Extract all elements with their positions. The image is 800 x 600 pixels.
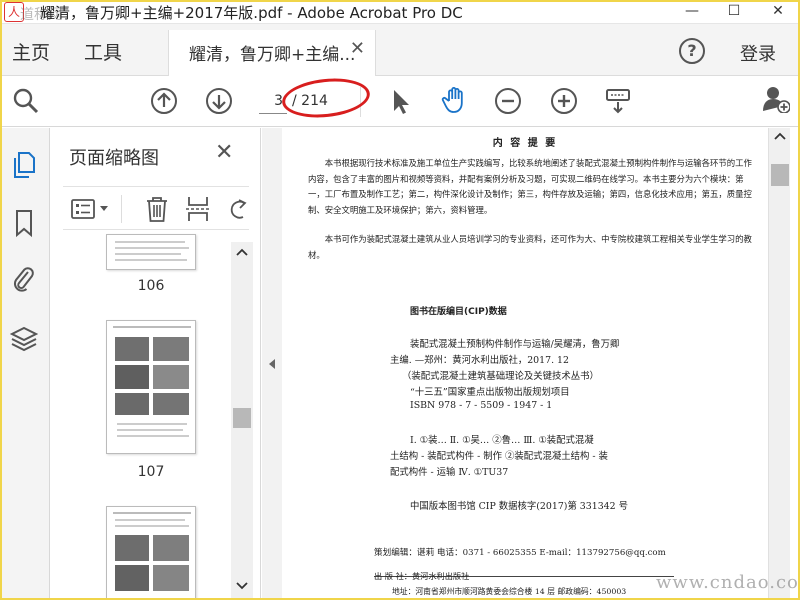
classification-line: 配式构件 - 运输 Ⅳ. ①TU37 [390,467,509,478]
toolbar: 3 / 214 [0,77,800,127]
scroll-down-icon[interactable] [236,582,248,590]
thumbnail-label: 107 [137,464,165,480]
search-icon[interactable] [12,87,40,115]
cip-line: （装配式混凝土建筑基础理论及关键技术丛书） [402,371,599,382]
left-nav-strip [0,128,50,600]
zoom-in-icon[interactable] [550,87,578,115]
zoom-out-icon[interactable] [494,87,522,115]
panel-title: 页面缩略图 [69,148,159,169]
select-cursor-icon[interactable] [386,87,414,115]
scrollbar-thumb[interactable] [771,164,789,186]
page-thumbnails-icon[interactable] [10,150,38,180]
bookmark-icon[interactable] [10,208,38,238]
panel-toolbar-divider [121,195,122,223]
panel-toolbar [63,186,249,230]
maximize-button[interactable]: ☐ [714,0,754,24]
window-title: 耀清，鲁万卿+主编+2017年版.pdf - Adobe Acrobat Pro… [40,4,463,22]
panel-collapse-handle[interactable] [262,128,282,600]
tab-document-label: 耀清，鲁万卿+主编... [189,45,356,65]
cip-number: 中国版本图书馆 CIP 数据核字(2017)第 331342 号 [410,501,628,512]
login-button[interactable]: 登录 [740,40,776,66]
document-scrollbar[interactable] [768,128,790,600]
attachment-icon[interactable] [10,264,38,294]
cip-line: “十三五”国家重点出版物出版规划项目 [410,387,570,398]
rotate-icon[interactable] [227,197,249,221]
classification-line: Ⅰ. ①装… Ⅱ. ①吴… ②鲁… Ⅲ. ①装配式混凝 [410,435,594,446]
minimize-button[interactable]: — [672,0,712,24]
scrollbar-thumb[interactable] [233,408,251,428]
title-bar: 人 道称网 耀清，鲁万卿+主编+2017年版.pdf - Adobe Acrob… [0,0,800,24]
next-page-icon[interactable] [205,87,233,115]
doc-heading: 内 容 提 要 [492,138,558,149]
publisher-line: 出 版 社：黄河水利出版社 [374,571,470,581]
cip-line: 主编. —郑州：黄河水利出版社，2017. 12 [390,355,569,366]
watermark-bottom: www.cndao.com [656,572,800,593]
editor-line: 策划编辑：谌莉 电话：0371 - 66025355 E-mail：113792… [374,548,666,558]
thumbnail-panel: 页面缩略图 ✕ 106 107 [51,128,261,600]
doc-paragraph-audience: 本书可作为装配式混凝土建筑从业人员培训学习的专业资料，还可作为大、中专院校建筑工… [308,234,752,260]
tab-document[interactable]: 耀清，鲁万卿+主编... ✕ [168,30,376,76]
classification-line: 土结构 - 装配式构件 - 制作 ②装配式混凝土结构 - 装 [390,451,608,462]
document-page: 内 容 提 要 本书根据现行技术标准及施工单位生产实践编写，比较系统地阐述了装配… [282,128,768,600]
thumbnail-page-107[interactable] [106,320,196,454]
layers-icon[interactable] [10,324,38,354]
thumbnail-label: 106 [137,278,165,294]
menu-tools[interactable]: 工具 [84,38,122,65]
chevron-left-icon[interactable] [268,359,276,369]
cip-line: ISBN 978 - 7 - 5509 - 1947 - 1 [410,400,553,411]
keyboard-icon[interactable] [604,87,632,115]
add-user-icon[interactable] [762,85,790,113]
previous-page-icon[interactable] [150,87,178,115]
panel-close-button[interactable]: ✕ [215,140,233,165]
doc-paragraph-summary: 本书根据现行技术标准及施工单位生产实践编写，比较系统地阐述了装配式混凝土预制构件… [308,158,752,215]
menu-home[interactable]: 主页 [12,38,50,65]
thumbnail-page-108[interactable] [106,506,196,600]
thumbnail-options-icon[interactable] [71,197,95,221]
cip-title: 图书在版编目(CIP)数据 [410,307,507,317]
extract-pages-icon[interactable] [185,195,211,223]
scroll-up-icon[interactable] [236,248,248,256]
tab-close-button[interactable]: ✕ [350,38,365,59]
hand-tool-icon[interactable] [440,85,470,115]
delete-icon[interactable] [145,195,169,223]
address-line: 地址：河南省郑州市顺河路黄委会综合楼 14 层 邮政编码：450003 [392,587,627,596]
thumbnail-scrollbar[interactable] [231,242,253,598]
help-button[interactable]: ? [679,38,705,64]
chevron-down-icon[interactable] [99,205,109,213]
close-window-button[interactable]: ✕ [758,0,798,24]
scroll-up-icon[interactable] [774,132,786,140]
cip-line: 装配式混凝土预制构件制作与运输/吴耀清，鲁万卿 [410,339,620,350]
thumbnail-page-106[interactable] [106,234,196,270]
